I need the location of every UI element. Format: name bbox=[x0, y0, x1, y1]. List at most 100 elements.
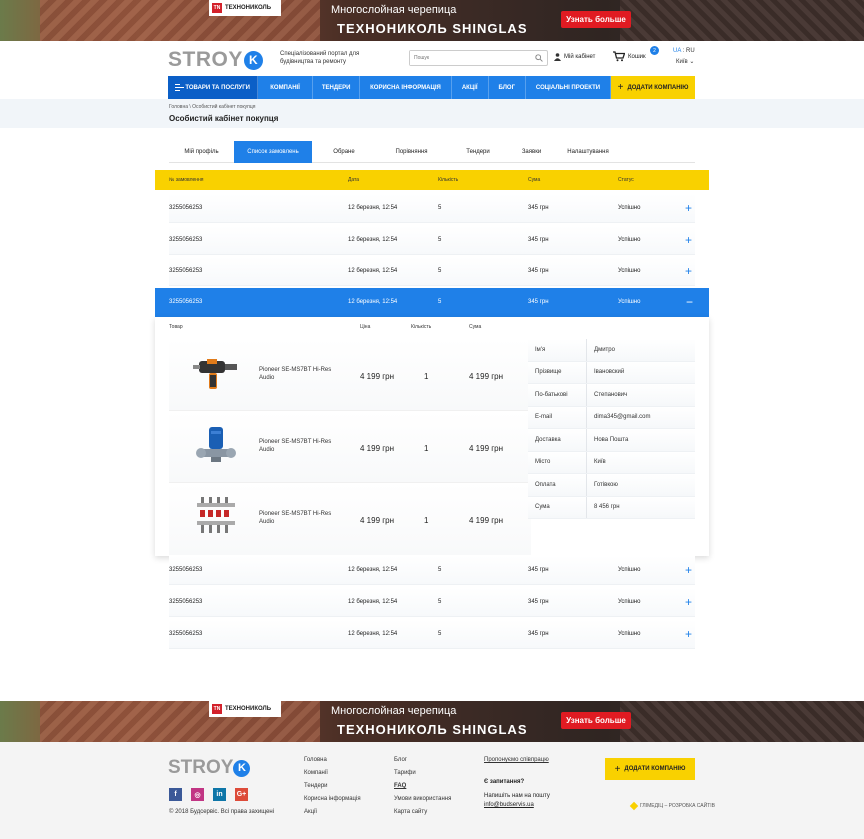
product-name[interactable]: Pioneer SE-MS7BT Hi-Res Audio bbox=[259, 366, 339, 382]
top-ad-banner[interactable]: TN ТЕХНОНИКОЛЬ Многослойная черепица ТЕХ… bbox=[0, 0, 864, 41]
order-qty: 5 bbox=[438, 268, 442, 274]
tab-settings[interactable]: Налаштування bbox=[554, 141, 622, 163]
col-sum: Сума bbox=[528, 177, 541, 183]
product-name[interactable]: Pioneer SE-MS7BT Hi-Res Audio bbox=[259, 438, 339, 454]
expand-icon[interactable]: + bbox=[685, 194, 692, 223]
order-status: Успішно bbox=[618, 299, 641, 305]
footer-add-company-button[interactable]: + ДОДАТИ КОМПАНІЮ bbox=[605, 758, 695, 780]
manifold-icon[interactable] bbox=[191, 495, 241, 539]
footer-link-sitemap[interactable]: Карта сайту bbox=[394, 809, 451, 822]
footer-link-companies[interactable]: Компанії bbox=[304, 770, 361, 783]
nav-companies[interactable]: КОМПАНІЇ bbox=[258, 76, 314, 99]
footer-link-tariffs[interactable]: Тарифи bbox=[394, 770, 451, 783]
tab-requests[interactable]: Заявки bbox=[509, 141, 554, 163]
order-row-expanded[interactable]: 3255056253 12 березня, 12:54 5 345 грн У… bbox=[155, 288, 709, 317]
bottom-ad-banner[interactable]: TN ТЕХНОНИКОЛЬ Многослойная черепица ТЕХ… bbox=[0, 701, 864, 742]
info-row: Ім'я Дмитро bbox=[528, 339, 695, 362]
lang-ru[interactable]: RU bbox=[686, 48, 695, 54]
cart-link[interactable]: Кошик 2 bbox=[613, 46, 659, 62]
search-input[interactable] bbox=[410, 51, 530, 65]
product-price: 4 199 грн bbox=[360, 444, 395, 453]
language-switch[interactable]: UA : RU bbox=[673, 48, 695, 54]
order-id: 3255056253 bbox=[169, 299, 203, 305]
tab-compare[interactable]: Порівняння bbox=[376, 141, 447, 163]
search-icon[interactable] bbox=[535, 54, 543, 62]
order-row[interactable]: 3255056253 12 березня, 12:54 5 345 грн У… bbox=[169, 620, 695, 649]
tn-logo-icon: TN bbox=[212, 704, 222, 714]
cooperation-link[interactable]: Пропонуємо співпрацю bbox=[484, 757, 549, 763]
product-qty: 1 bbox=[424, 444, 429, 453]
nav-products[interactable]: ТОВАРИ ТА ПОСЛУГИ bbox=[168, 76, 258, 99]
plus-icon: + bbox=[614, 763, 621, 775]
product-sum: 4 199 грн bbox=[469, 372, 504, 381]
developer-credit[interactable]: ГЛІМЕДІЦ – РОЗРОБКА САЙТІВ bbox=[629, 801, 715, 811]
nav-useful-info[interactable]: КОРИСНА ІНФОРМАЦІЯ bbox=[360, 76, 452, 99]
expand-icon[interactable]: + bbox=[685, 588, 692, 617]
main-nav: ТОВАРИ ТА ПОСЛУГИ КОМПАНІЇ ТЕНДЕРИ КОРИС… bbox=[168, 76, 695, 99]
cabinet-link[interactable]: Мій кабінет bbox=[554, 53, 595, 61]
order-qty: 5 bbox=[438, 299, 442, 305]
order-row[interactable]: 3255056253 12 березня, 12:54 5 345 грн У… bbox=[169, 257, 695, 286]
nav-promos[interactable]: АКЦІЇ bbox=[452, 76, 489, 99]
google-plus-icon[interactable]: G+ bbox=[235, 788, 248, 801]
info-value: 8 456 грн bbox=[594, 504, 620, 511]
expand-icon[interactable]: + bbox=[685, 556, 692, 585]
banner-cta-button[interactable]: Узнать больше bbox=[561, 11, 631, 28]
order-row[interactable]: 3255056253 12 березня, 12:54 5 345 грн У… bbox=[169, 226, 695, 255]
banner-cta-button[interactable]: Узнать больше bbox=[561, 712, 631, 729]
order-row[interactable]: 3255056253 12 березня, 12:54 5 345 грн У… bbox=[169, 588, 695, 617]
add-company-label: ДОДАТИ КОМПАНІЮ bbox=[624, 766, 686, 772]
tab-tenders[interactable]: Тендери bbox=[447, 141, 509, 163]
order-row[interactable]: 3255056253 12 березня, 12:54 5 345 грн У… bbox=[169, 556, 695, 585]
banner-brand: ТЕХНОНИКОЛЬ bbox=[225, 5, 272, 11]
footer-link-home[interactable]: Головна bbox=[304, 757, 361, 770]
expand-icon[interactable]: + bbox=[685, 620, 692, 649]
detail-col-qty: Кількість bbox=[411, 324, 432, 330]
footer-col-1: Головна Компанії Тендери Корисна інформа… bbox=[304, 757, 361, 822]
nav-social-projects[interactable]: СОЦІАЛЬНІ ПРОЕКТИ bbox=[526, 76, 611, 99]
expand-icon[interactable]: + bbox=[685, 226, 692, 255]
instagram-icon[interactable]: ◎ bbox=[191, 788, 204, 801]
info-value: Івановский bbox=[594, 369, 625, 376]
expand-icon[interactable]: + bbox=[685, 257, 692, 286]
collapse-icon[interactable]: − bbox=[686, 288, 693, 317]
logo-text: STROY bbox=[168, 48, 243, 71]
mail-link[interactable]: info@budservis.ua bbox=[484, 802, 534, 808]
city-select[interactable]: Київ ⌄ bbox=[676, 58, 694, 65]
order-row[interactable]: 3255056253 12 березня, 12:54 5 345 грн У… bbox=[169, 194, 695, 223]
banner-line1: Многослойная черепица bbox=[331, 4, 457, 16]
order-status: Успішно bbox=[618, 268, 641, 274]
tab-profile[interactable]: Мій профіль bbox=[169, 141, 234, 163]
tab-orders[interactable]: Список замовлень bbox=[234, 141, 312, 163]
product-row: Pioneer SE-MS7BT Hi-Res Audio 4 199 грн … bbox=[169, 339, 531, 411]
facebook-icon[interactable]: f bbox=[169, 788, 182, 801]
order-id: 3255056253 bbox=[169, 599, 203, 605]
footer-link-blog[interactable]: Блог bbox=[394, 757, 451, 770]
order-id: 3255056253 bbox=[169, 631, 203, 637]
breadcrumb[interactable]: Головна \ Особистий кабінет покупця bbox=[169, 104, 255, 110]
nav-tenders[interactable]: ТЕНДЕРИ bbox=[313, 76, 361, 99]
order-status: Успішно bbox=[618, 631, 641, 637]
footer-logo[interactable]: STROY K bbox=[168, 757, 251, 779]
water-pump-icon[interactable] bbox=[191, 423, 241, 467]
footer-link-tenders[interactable]: Тендери bbox=[304, 783, 361, 796]
footer-link-info[interactable]: Корисна інформація bbox=[304, 796, 361, 809]
lang-ua[interactable]: UA bbox=[673, 48, 681, 54]
chevron-down-icon: ⌄ bbox=[689, 59, 695, 65]
info-key: Ім'я bbox=[528, 339, 587, 361]
banner-logo: TN ТЕХНОНИКОЛЬ bbox=[209, 0, 281, 16]
site-logo[interactable]: STROY K bbox=[168, 48, 263, 72]
city-label: Київ bbox=[676, 59, 688, 65]
add-company-button[interactable]: + ДОДАТИ КОМПАНІЮ bbox=[611, 76, 695, 99]
product-name[interactable]: Pioneer SE-MS7BT Hi-Res Audio bbox=[259, 510, 339, 526]
order-sum: 345 грн bbox=[528, 299, 549, 305]
nav-blog[interactable]: БЛОГ bbox=[489, 76, 526, 99]
tab-favorites[interactable]: Обране bbox=[312, 141, 376, 163]
footer-link-terms[interactable]: Умови використання bbox=[394, 796, 451, 809]
footer-link-promos[interactable]: Акції bbox=[304, 809, 361, 822]
order-date: 12 березня, 12:54 bbox=[348, 268, 398, 274]
footer-link-faq[interactable]: FAQ bbox=[394, 783, 451, 796]
banner-line2: ТЕХНОНИКОЛЬ SHINGLAS bbox=[337, 722, 528, 737]
linkedin-icon[interactable]: in bbox=[213, 788, 226, 801]
hammer-drill-icon[interactable] bbox=[191, 351, 241, 395]
